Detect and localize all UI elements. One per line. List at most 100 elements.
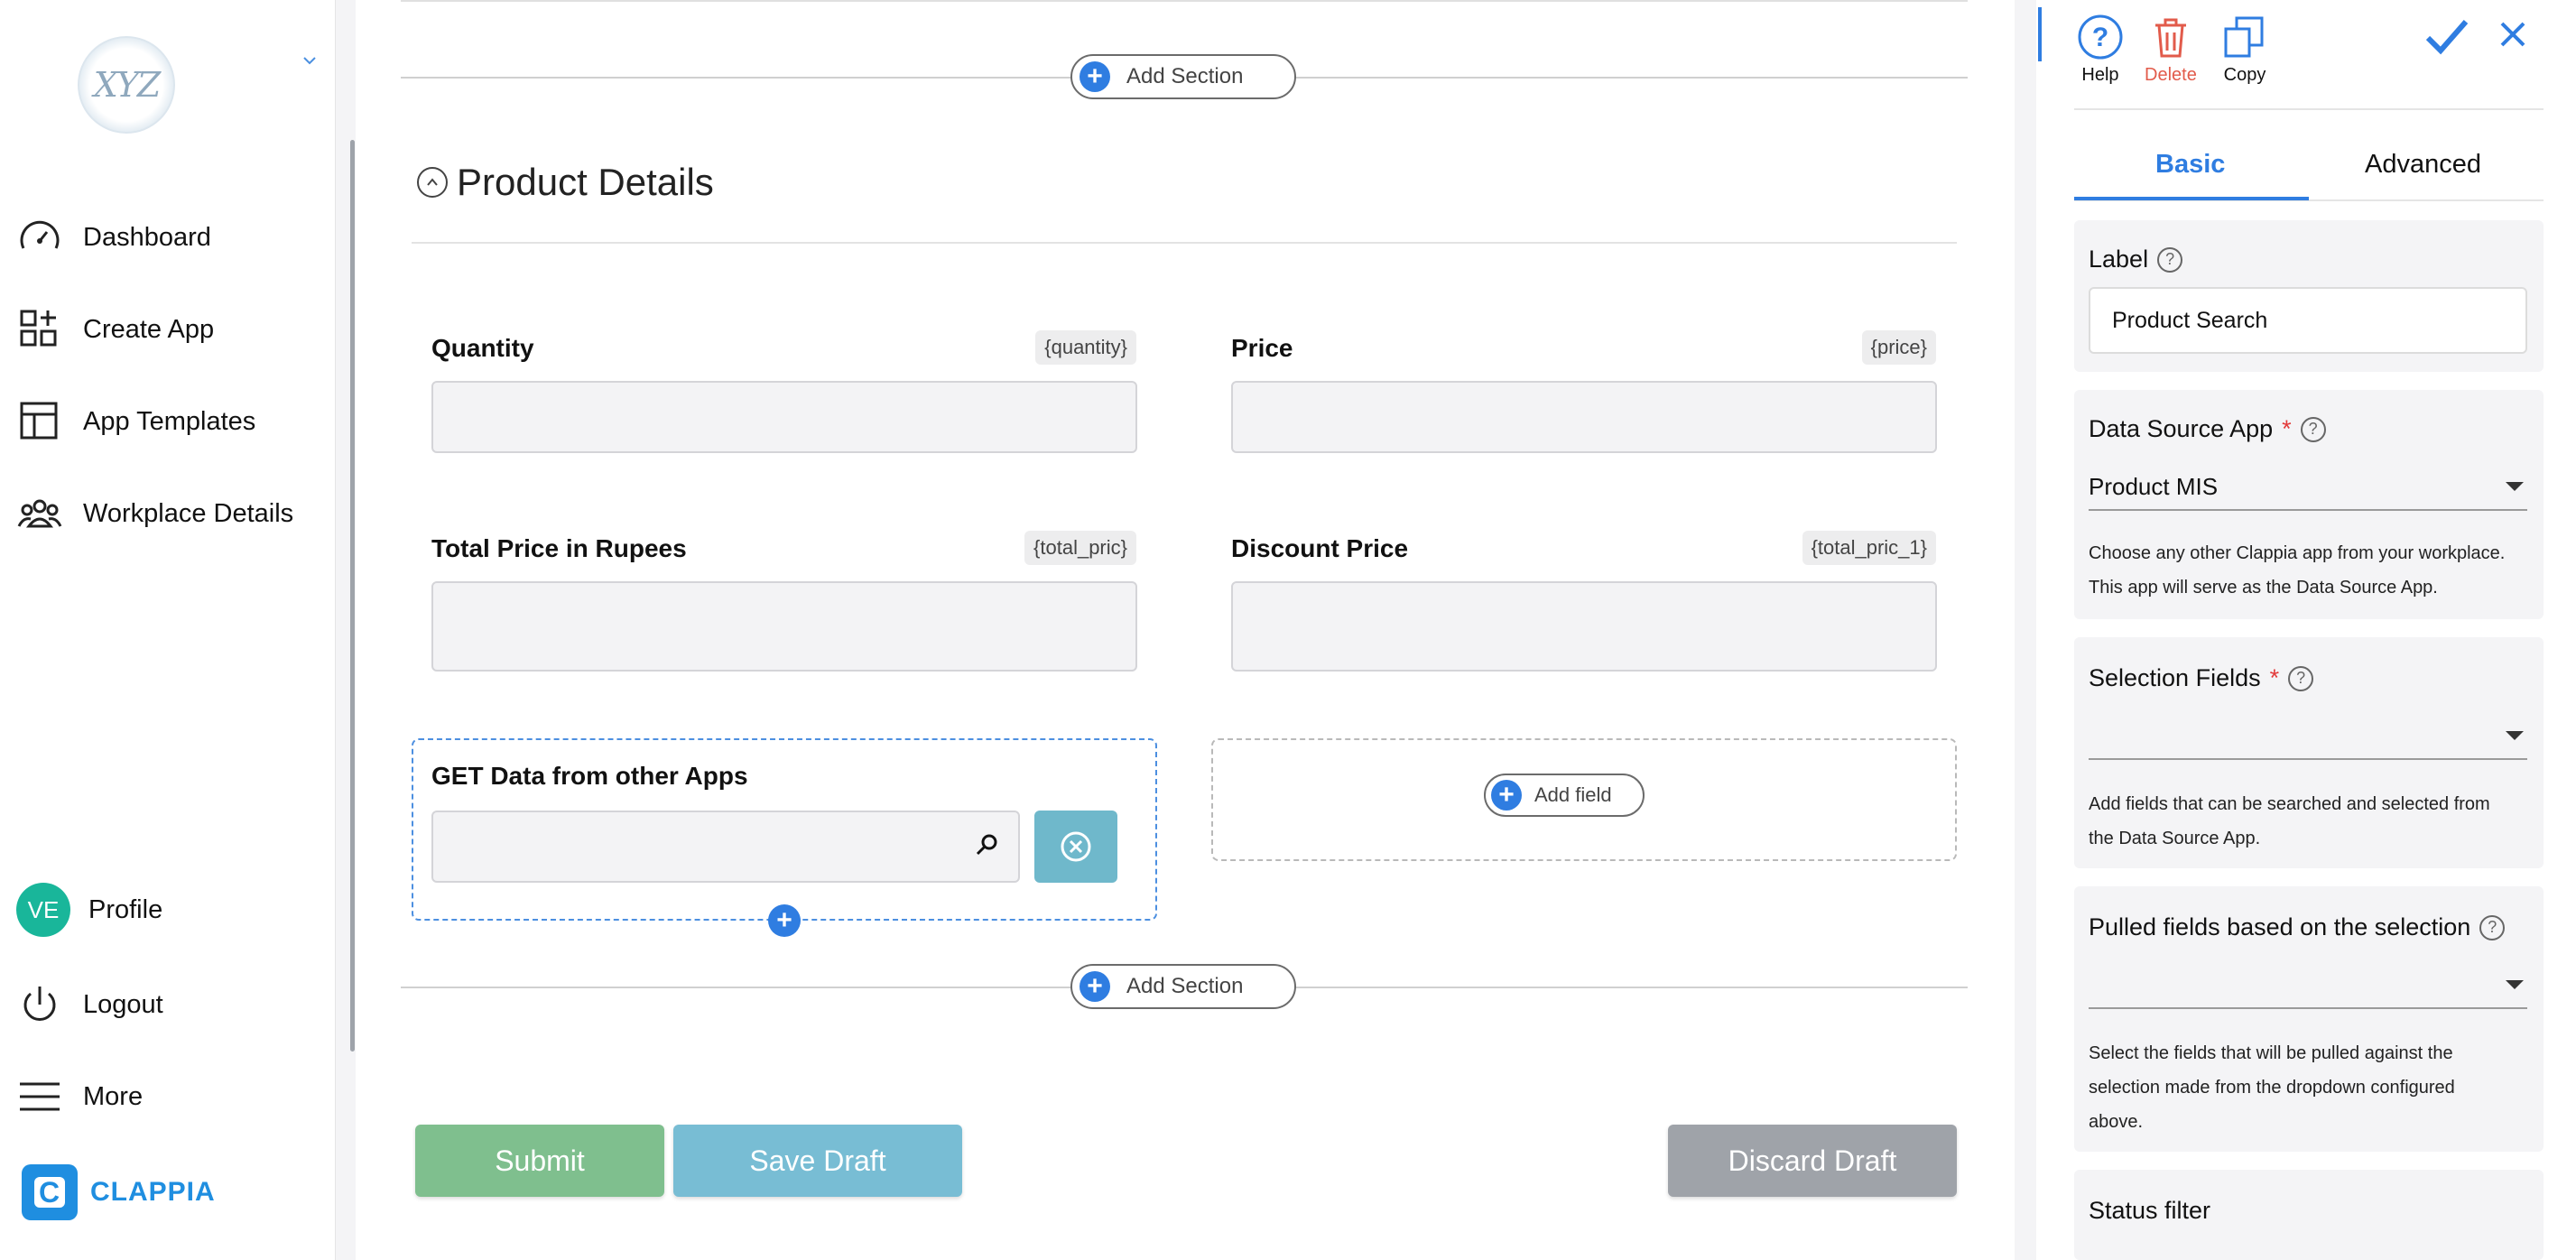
delete-button[interactable]: Delete [2145, 13, 2197, 86]
pulled-fields-property-card: Pulled fields based on the selection ? S… [2074, 886, 2544, 1152]
add-section-label: Add Section [1126, 974, 1244, 998]
app-root: XYZ Dashboard Create App App Templates W… [0, 0, 2576, 1260]
add-section-button[interactable]: + Add Section [1070, 54, 1296, 99]
close-icon[interactable] [2497, 18, 2529, 51]
discount-price-input[interactable] [1231, 581, 1937, 672]
discard-draft-button[interactable]: Discard Draft [1668, 1125, 1957, 1197]
data-source-title: Data Source App * ? [2089, 415, 2326, 443]
selection-fields-help: Add fields that can be searched and sele… [2089, 787, 2531, 856]
data-source-select[interactable]: Product MIS [2089, 464, 2527, 511]
field-label-price: Price [1231, 334, 1293, 362]
add-section-row-bottom: + Add Section [401, 964, 1968, 1009]
caret-down-icon [2506, 482, 2524, 491]
label-property-card: Label ? Product Search [2074, 220, 2544, 372]
pulled-fields-select[interactable] [2089, 962, 2527, 1009]
field-variable-total-price: {total_pric} [1024, 531, 1136, 565]
label-property-title: Label ? [2089, 246, 2183, 273]
help-button[interactable]: ? Help [2076, 13, 2125, 86]
submit-button[interactable]: Submit [415, 1125, 664, 1197]
pulled-fields-title-text: Pulled fields based on the selection [2089, 913, 2471, 940]
brand-name: CLAPPIA [90, 1177, 216, 1207]
help-text-line: Add fields that can be searched and sele… [2089, 794, 2490, 814]
add-section-button[interactable]: + Add Section [1070, 964, 1296, 1009]
workspace-logo[interactable]: XYZ [78, 36, 175, 134]
users-icon [17, 499, 62, 528]
sidebar-item-create-app[interactable]: Create App [16, 302, 214, 357]
power-icon [23, 987, 56, 1021]
sidebar-item-label: App Templates [83, 406, 256, 436]
top-divider [401, 0, 1968, 2]
search-icon[interactable] [973, 831, 1000, 858]
total-price-input[interactable] [431, 581, 1137, 672]
template-icon [20, 402, 58, 440]
panel-gutter [2015, 0, 2036, 1260]
field-label-discount-price: Discount Price [1231, 534, 1409, 562]
data-source-help: Choose any other Clappia app from your w… [2089, 536, 2531, 605]
selection-fields-title: Selection Fields * ? [2089, 664, 2314, 692]
chevron-up-icon[interactable] [417, 167, 448, 198]
plus-icon: + [1080, 971, 1110, 1002]
field-label-quantity: Quantity [431, 334, 534, 362]
brand-mark-icon: C [22, 1164, 78, 1220]
add-section-row-top: + Add Section [401, 54, 1968, 99]
status-filter-title: Status filter [2089, 1197, 2210, 1225]
sidebar-item-dashboard[interactable]: Dashboard [16, 210, 211, 264]
help-text-line: the Data Source App. [2089, 829, 2261, 848]
field-label-get-data: GET Data from other Apps [431, 762, 748, 790]
help-text-line: This app will serve as the Data Source A… [2089, 578, 2438, 598]
help-circle-icon[interactable]: ? [2157, 246, 2183, 273]
pulled-fields-title: Pulled fields based on the selection ? [2089, 913, 2506, 941]
help-text-line: Choose any other Clappia app from your w… [2089, 543, 2506, 563]
data-source-title-text: Data Source App [2089, 415, 2274, 442]
section-title: Product Details [457, 161, 714, 203]
help-text-line: selection made from the dropdown configu… [2089, 1078, 2455, 1098]
save-draft-button[interactable]: Save Draft [673, 1125, 962, 1197]
help-icon: ? [2078, 14, 2123, 60]
close-circle-icon [1061, 831, 1091, 862]
data-source-property-card: Data Source App * ? Product MIS Choose an… [2074, 390, 2544, 619]
check-icon[interactable] [2424, 16, 2469, 56]
sidebar-scrollbar[interactable] [350, 140, 355, 1052]
sidebar-item-workplace-details[interactable]: Workplace Details [16, 486, 293, 541]
section-header[interactable]: Product Details [417, 161, 714, 204]
panel-scroll-indicator [2038, 7, 2042, 61]
chevron-down-icon[interactable] [301, 52, 318, 69]
help-circle-icon[interactable]: ? [2300, 416, 2326, 442]
add-section-label: Add Section [1126, 64, 1244, 88]
clear-selection-button[interactable] [1034, 811, 1117, 883]
copy-button[interactable]: Copy [2220, 13, 2269, 86]
quantity-input[interactable] [431, 381, 1137, 453]
svg-text:?: ? [2092, 23, 2108, 52]
field-variable-quantity: {quantity} [1035, 330, 1136, 365]
required-marker: * [2282, 415, 2292, 442]
price-input[interactable] [1231, 381, 1937, 453]
field-variable-discount-price: {total_pric_1} [1802, 531, 1936, 565]
product-search-input[interactable] [431, 811, 1020, 883]
label-input[interactable]: Product Search [2089, 287, 2527, 354]
tab-active-indicator [2074, 197, 2309, 200]
add-field-button[interactable]: + Add field [1484, 774, 1645, 817]
required-marker: * [2269, 664, 2280, 691]
delete-label: Delete [2145, 65, 2197, 85]
menu-icon [20, 1082, 60, 1111]
sidebar-item-label: More [83, 1081, 144, 1111]
help-circle-icon[interactable]: ? [2288, 665, 2314, 691]
sidebar-item-more[interactable]: More [16, 1070, 143, 1124]
sidebar-item-label: Create App [83, 314, 215, 344]
add-field-below-button[interactable]: + [768, 904, 801, 937]
help-circle-icon[interactable]: ? [2479, 914, 2506, 940]
caret-down-icon [2506, 980, 2524, 989]
tab-basic[interactable]: Basic [2155, 150, 2225, 180]
help-label: Help [2081, 65, 2119, 85]
selection-fields-title-text: Selection Fields [2089, 664, 2261, 691]
sidebar-item-profile[interactable]: VE Profile [16, 883, 162, 937]
add-field-label: Add field [1534, 783, 1612, 806]
workspace-logo-text: XYZ [93, 65, 162, 105]
sidebar-item-app-templates[interactable]: App Templates [16, 394, 255, 449]
copy-label: Copy [2223, 65, 2266, 85]
selection-fields-select[interactable] [2089, 713, 2527, 760]
pulled-fields-help: Select the fields that will be pulled ag… [2089, 1036, 2531, 1139]
panel-divider [2074, 108, 2544, 110]
tab-advanced[interactable]: Advanced [2365, 150, 2481, 180]
sidebar-item-logout[interactable]: Logout [16, 977, 163, 1032]
